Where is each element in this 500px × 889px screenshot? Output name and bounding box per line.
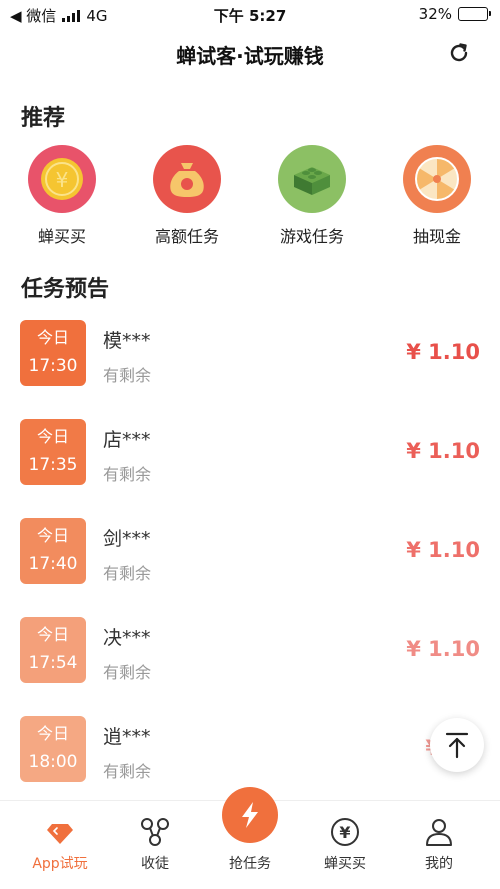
yen-icon: ¥ <box>328 815 362 849</box>
rec-item-game-task[interactable]: 游戏任务 <box>257 145 367 247</box>
page-title: 蝉试客·试玩赚钱 <box>176 44 324 68</box>
task-name: 逍*** <box>103 726 151 748</box>
rec-label: 抽现金 <box>412 227 461 246</box>
rec-label: 蝉买买 <box>37 227 86 246</box>
task-remain: 有剩余 <box>103 465 152 484</box>
task-day: 今日 <box>36 526 69 545</box>
tab-grab-task[interactable] <box>222 787 278 843</box>
refresh-button[interactable] <box>446 40 472 66</box>
battery-percent: 32% <box>418 5 452 23</box>
task-time: 17:35 <box>28 455 78 475</box>
rec-item-high-reward[interactable]: 高额任务 <box>132 145 242 247</box>
svg-text:¥: ¥ <box>56 168 69 192</box>
task-remain: 有剩余 <box>103 366 152 385</box>
svg-text:¥: ¥ <box>339 823 350 842</box>
task-time-badge: 今日 17:40 <box>20 518 86 584</box>
arrow-up-icon <box>445 732 469 759</box>
task-row[interactable]: 今日 17:35 店*** 有剩余 ¥ 1.10 <box>0 419 500 489</box>
task-time: 17:40 <box>28 554 78 574</box>
back-to-top-button[interactable] <box>430 718 484 772</box>
task-name: 模*** <box>103 330 151 352</box>
task-price: ¥ 1.10 <box>406 340 480 364</box>
wheel-icon <box>403 145 471 213</box>
task-row[interactable]: 今日 17:54 决*** 有剩余 ¥ 1.10 <box>0 617 500 687</box>
tab-label: 抢任务 <box>229 856 271 872</box>
user-icon <box>422 815 456 849</box>
task-time: 17:54 <box>28 653 78 673</box>
task-time: 18:00 <box>28 752 78 772</box>
share-icon <box>138 815 172 849</box>
rec-item-draw-cash[interactable]: 抽现金 <box>382 145 492 247</box>
tab-apprentice[interactable]: 收徒 <box>105 801 205 889</box>
status-bar: ◀ 微信 4G 下午 5:27 32% <box>0 0 500 28</box>
tab-label: 蝉买买 <box>324 856 366 872</box>
task-remain: 有剩余 <box>103 564 152 583</box>
task-day: 今日 <box>36 625 69 644</box>
task-row[interactable]: 今日 17:30 模*** 有剩余 ¥ 1.10 <box>0 320 500 390</box>
task-time: 17:30 <box>28 356 78 376</box>
lightning-icon <box>242 802 258 828</box>
task-price: ¥ 1.10 <box>406 439 480 463</box>
task-remain: 有剩余 <box>103 663 152 682</box>
coin-icon: ¥ <box>28 145 96 213</box>
tab-app-trial[interactable]: App试玩 <box>10 801 110 889</box>
rec-label: 游戏任务 <box>279 227 344 246</box>
tab-label: 收徒 <box>141 856 169 872</box>
task-time-badge: 今日 18:00 <box>20 716 86 782</box>
task-time-badge: 今日 17:54 <box>20 617 86 683</box>
task-day: 今日 <box>36 328 69 347</box>
tab-label: 我的 <box>425 856 453 872</box>
task-name: 剑*** <box>103 528 151 550</box>
header: 蝉试客·试玩赚钱 <box>0 30 500 76</box>
task-time-badge: 今日 17:30 <box>20 320 86 386</box>
task-price: ¥ 1.10 <box>406 637 480 661</box>
task-row[interactable]: 今日 18:00 逍*** 有剩余 ¥ <box>0 716 500 786</box>
preview-title: 任务预告 <box>21 277 110 302</box>
brick-icon <box>278 145 346 213</box>
tab-chanmaimai[interactable]: ¥ 蝉买买 <box>295 801 395 889</box>
tab-label: App试玩 <box>32 856 88 872</box>
task-day: 今日 <box>36 724 69 743</box>
task-price: ¥ 1.10 <box>406 538 480 562</box>
tab-mine[interactable]: 我的 <box>389 801 489 889</box>
diamond-icon <box>43 815 77 849</box>
recommend-grid: ¥ 蝉买买 高额任务 游戏任务 抽现金 <box>0 145 500 247</box>
task-remain: 有剩余 <box>103 762 152 781</box>
task-name: 店*** <box>103 429 151 451</box>
task-name: 决*** <box>103 627 151 649</box>
money-bag-icon <box>153 145 221 213</box>
rec-item-chanmaimai[interactable]: ¥ 蝉买买 <box>7 145 117 247</box>
status-right: 32% <box>418 5 491 23</box>
recommend-title: 推荐 <box>21 106 66 131</box>
task-day: 今日 <box>36 427 69 446</box>
task-time-badge: 今日 17:35 <box>20 419 86 485</box>
task-row[interactable]: 今日 17:40 剑*** 有剩余 ¥ 1.10 <box>0 518 500 588</box>
battery-icon <box>458 7 491 21</box>
refresh-icon <box>450 43 468 62</box>
bottom-tab-bar: App试玩 收徒 抢任务 ¥ 蝉买买 我的 <box>0 787 500 889</box>
rec-label: 高额任务 <box>154 227 219 246</box>
